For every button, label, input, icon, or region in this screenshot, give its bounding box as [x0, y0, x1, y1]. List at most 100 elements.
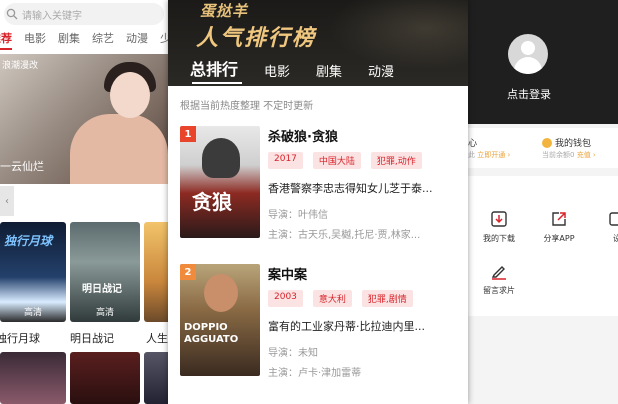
cover-title: 贪狼 [192, 190, 232, 214]
wallet-balance-text: 当前余额0 [542, 151, 575, 159]
poster-row-2 [0, 352, 168, 404]
vip-card-subtitle: 此 立即开通 › [468, 150, 510, 160]
tab-kids[interactable]: 少 [160, 30, 168, 52]
poster-card[interactable] [70, 352, 140, 404]
download-icon [491, 211, 507, 227]
login-link[interactable]: 点击登录 [468, 86, 590, 102]
active-tab-indicator [192, 82, 242, 84]
poster-title[interactable]: 人生大 [146, 330, 168, 346]
active-tab-indicator [0, 48, 12, 50]
cover-title: DOPPIO AGGUATO [184, 322, 239, 345]
movie-cast: 主演：卢卡·津加雷蒂 [268, 368, 362, 379]
ranking-item[interactable]: 贪狼 1 杀破狼·贪狼 2017 中国大陆 犯罪,动作 香港警察李忠志得知女儿芝… [180, 126, 460, 246]
banner-tag: 浪潮漫改 [2, 61, 39, 71]
vip-card-title[interactable]: 心 [468, 136, 477, 149]
menu-request-label: 留言求片 [483, 286, 515, 295]
featured-banner[interactable]: 浪潮漫改 一云仙烂 [0, 54, 168, 184]
search-bar[interactable]: 请输入关键字 [0, 0, 168, 28]
tab-variety[interactable]: 综艺 [92, 30, 114, 52]
category-tabs: 推荐 电影 剧集 综艺 动漫 少 [0, 30, 168, 52]
movie-description: 富有的工业家丹蒂·比拉迪内里... [268, 320, 425, 333]
region-tag: 意大利 [312, 290, 352, 307]
vip-open-link[interactable]: 立即开通 › [477, 151, 510, 159]
brand-logo: 蛋挞羊 [200, 2, 249, 20]
movie-director: 导演：叶伟信 [268, 210, 328, 221]
search-icon [6, 8, 18, 20]
tab-anime[interactable]: 动漫 [126, 30, 148, 52]
movie-cast: 主演：古天乐,吴樾,托尼·贾,林家... [268, 230, 421, 241]
movie-title[interactable]: 案中案 [268, 264, 307, 283]
page-title: 人气排行榜 [196, 26, 317, 51]
share-icon [552, 212, 566, 226]
poster-row: 独行月球 高清 明日战记 高清 [0, 222, 168, 322]
poster-card[interactable]: 明日战记 高清 [70, 222, 140, 322]
year-tag: 2003 [268, 290, 303, 307]
search-input[interactable]: 请输入关键字 [4, 3, 164, 25]
home-screen: 请输入关键字 推荐 电影 剧集 综艺 动漫 少 浪潮漫改 一云仙烂 ‹ 独行月球… [0, 0, 168, 404]
menu-downloads-label: 我的下载 [483, 234, 515, 243]
tab-series[interactable]: 剧集 [316, 61, 342, 80]
menu-settings[interactable]: 设 [592, 210, 618, 244]
user-icon [521, 41, 535, 55]
search-placeholder: 请输入关键字 [22, 10, 82, 22]
carousel-prev-button[interactable]: ‹ [0, 186, 14, 216]
poster-card[interactable] [144, 352, 168, 404]
genre-tag: 犯罪,动作 [370, 152, 422, 169]
menu-settings-label: 设 [613, 234, 618, 243]
profile-menu: 我的下载 分享APP 设 留言求片 [468, 176, 618, 316]
movie-director: 导演：未知 [268, 348, 318, 359]
vip-card-subtitle-text: 此 [468, 151, 475, 159]
region-tag: 中国大陆 [312, 152, 361, 169]
poster-art-title: 独行月球 [4, 234, 53, 248]
movie-tags: 2003 意大利 犯罪,剧情 [268, 290, 423, 307]
account-cards: 心 此 立即开通 › 我的钱包 当前余额0 充值 › [468, 128, 618, 168]
quality-badge: 高清 [95, 308, 114, 318]
tab-series[interactable]: 剧集 [58, 30, 80, 52]
tab-movie[interactable]: 电影 [24, 30, 46, 52]
avatar[interactable] [508, 34, 548, 74]
poster-card[interactable]: 独行月球 高清 [0, 222, 66, 322]
wallet-balance: 当前余额0 充值 › [542, 150, 596, 160]
menu-request-movie[interactable]: 留言求片 [474, 262, 524, 296]
ranking-tabs: 总排行 电影 剧集 动漫 [190, 54, 420, 80]
poster-title[interactable]: 明日战记 [70, 330, 114, 346]
movie-description: 香港警察李忠志得知女儿芝于泰... [268, 182, 433, 195]
movie-cover[interactable]: DOPPIO AGGUATO 2 [180, 264, 260, 376]
tab-movie[interactable]: 电影 [264, 61, 290, 80]
ranking-subtitle: 根据当前热度整理 不定时更新 [180, 101, 314, 112]
profile-header: 点击登录 [468, 0, 618, 124]
quality-badge: 高清 [23, 308, 42, 318]
poster-art-title: 明日战记 [82, 284, 122, 295]
movie-tags: 2017 中国大陆 犯罪,动作 [268, 152, 432, 169]
menu-share-app[interactable]: 分享APP [534, 210, 584, 244]
chevron-left-icon: ‹ [5, 195, 9, 207]
edit-icon [491, 266, 506, 280]
menu-downloads[interactable]: 我的下载 [474, 210, 524, 244]
cover-figure [202, 138, 240, 178]
tab-overall[interactable]: 总排行 [190, 56, 238, 80]
ranking-header: 蛋挞羊 人气排行榜 总排行 电影 剧集 动漫 [168, 0, 468, 86]
tab-anime[interactable]: 动漫 [368, 61, 394, 80]
user-icon-body [514, 57, 542, 74]
genre-tag: 犯罪,剧情 [361, 290, 413, 307]
poster-card[interactable] [0, 352, 66, 404]
poster-title[interactable]: 独行月球 [0, 330, 40, 346]
banner-figure-face [110, 72, 150, 118]
wallet-card[interactable]: 我的钱包 [542, 136, 591, 149]
profile-screen: 点击登录 心 此 立即开通 › 我的钱包 当前余额0 充值 › 我的下载 分享A… [468, 0, 618, 404]
movie-title[interactable]: 杀破狼·贪狼 [268, 126, 338, 145]
poster-card[interactable] [144, 222, 168, 322]
movie-cover[interactable]: 贪狼 1 [180, 126, 260, 238]
banner-figure [70, 114, 168, 184]
coin-icon [542, 137, 552, 148]
rank-badge: 2 [180, 264, 196, 280]
year-tag: 2017 [268, 152, 303, 169]
banner-title: 一云仙烂 [0, 160, 44, 173]
rank-badge: 1 [180, 126, 196, 142]
wallet-title: 我的钱包 [555, 139, 592, 149]
settings-icon [609, 212, 618, 226]
recharge-link[interactable]: 充值 › [577, 151, 596, 159]
ranking-item[interactable]: DOPPIO AGGUATO 2 案中案 2003 意大利 犯罪,剧情 富有的工… [180, 264, 460, 384]
menu-share-label: 分享APP [543, 234, 575, 243]
cover-figure [204, 274, 238, 312]
